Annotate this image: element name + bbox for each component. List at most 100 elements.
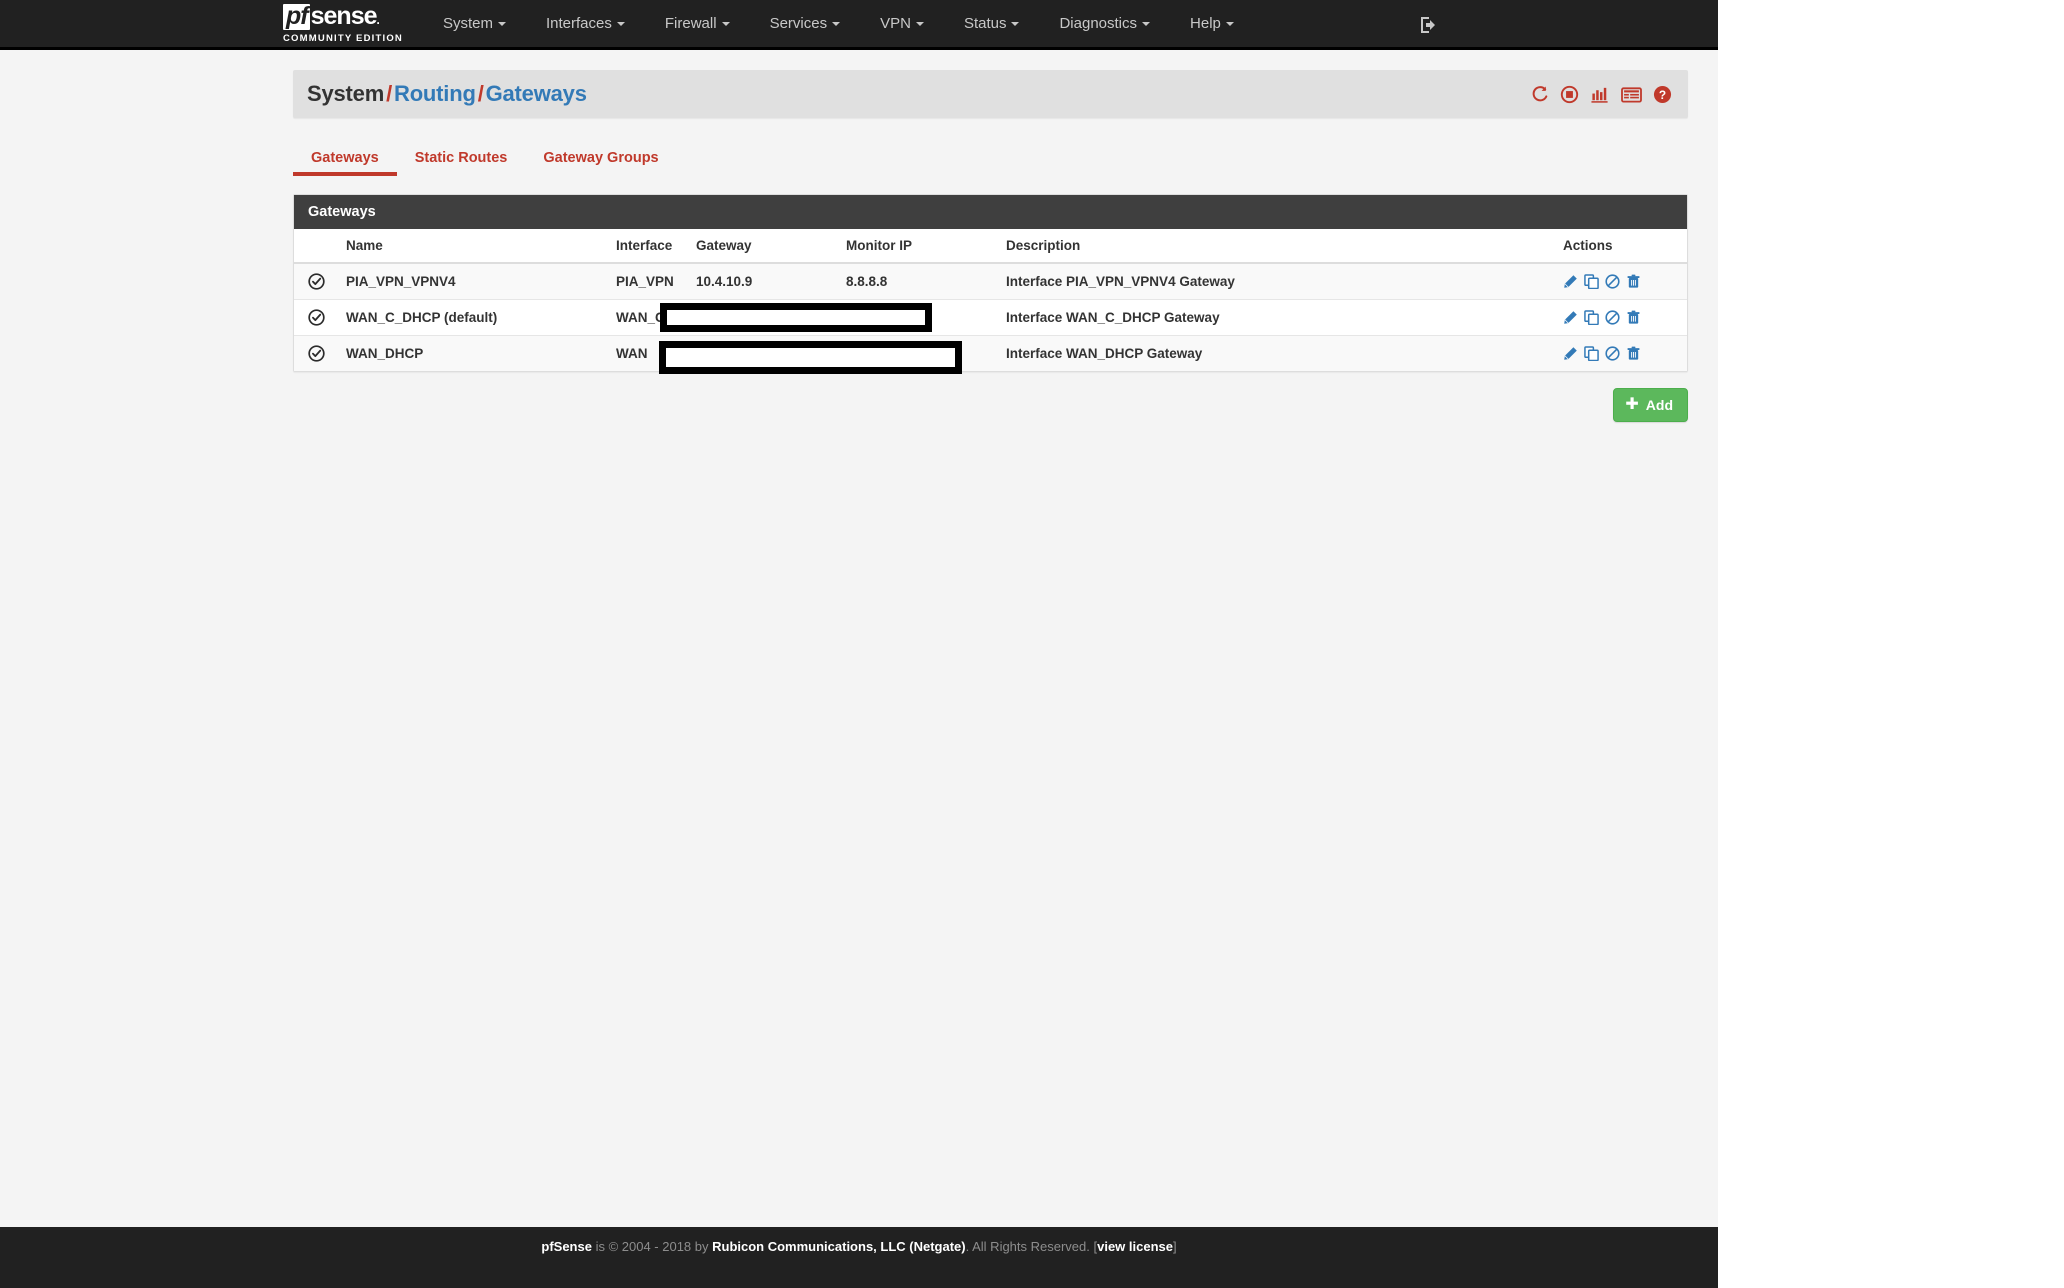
disable-icon[interactable] [1605, 346, 1620, 361]
disable-icon[interactable] [1605, 310, 1620, 325]
column-header-description: Description [1000, 229, 1557, 264]
nav-label-status: Status [963, 14, 1007, 32]
breadcrumb-separator: / [386, 81, 392, 106]
edit-icon[interactable] [1563, 310, 1578, 325]
row-status-cell [294, 262, 340, 300]
cell-description: Interface PIA_VPN_VPNV4 Gateway [1000, 262, 1557, 300]
bar-chart-icon[interactable] [1590, 85, 1610, 104]
add-button[interactable]: ✚ Add [1613, 388, 1688, 422]
tab-gateway-groups[interactable]: Gateway Groups [525, 150, 676, 176]
tab-label-static-routes: Static Routes [414, 150, 508, 166]
check-circle-icon [308, 309, 334, 326]
chevron-down-icon [616, 21, 625, 26]
help-icon[interactable]: ? [1653, 85, 1672, 104]
nav-item-help[interactable]: Help [1170, 0, 1254, 49]
tab-label-gateways: Gateways [311, 150, 379, 166]
nav-item-status[interactable]: Status [944, 0, 1040, 49]
chevron-down-icon [832, 21, 841, 26]
nav-item-diagnostics[interactable]: Diagnostics [1039, 0, 1170, 49]
table-body: PIA_VPN_VPNV4 PIA_VPN 10.4.10.9 8.8.8.8 … [294, 262, 1687, 371]
page-header-bar: System/Routing/Gateways ? [293, 70, 1688, 118]
view-license-link[interactable]: view license [1097, 1239, 1173, 1254]
check-circle-icon [308, 273, 334, 290]
footer-company: Rubicon Communications, LLC (Netgate) [712, 1239, 966, 1254]
breadcrumb-separator: / [477, 81, 484, 106]
refresh-icon[interactable] [1530, 85, 1549, 104]
tab-static-routes[interactable]: Static Routes [397, 150, 526, 176]
table-header-row: Name Interface Gateway Monitor IP Descri… [294, 229, 1687, 264]
copy-icon[interactable] [1584, 310, 1599, 325]
page-footer: pfSense is © 2004 - 2018 by Rubicon Comm… [0, 1227, 1718, 1288]
delete-icon[interactable] [1626, 274, 1641, 289]
cell-actions [1557, 262, 1687, 300]
panel-title: Gateways [294, 195, 1687, 229]
page-header-icons: ? [1530, 85, 1672, 104]
nav-label-vpn: VPN [880, 14, 911, 32]
cell-actions [1557, 299, 1687, 336]
gateways-panel: Gateways Name Interface Gateway Monitor … [293, 194, 1688, 372]
nav-label-system: System [442, 14, 493, 32]
svg-text:?: ? [1659, 87, 1666, 101]
column-header-name: Name [340, 229, 610, 264]
cell-interface: PIA_VPN [610, 262, 690, 300]
chevron-down-icon [1011, 21, 1020, 26]
add-button-label: Add [1645, 397, 1673, 413]
footer-text-2: . All Rights Reserved. [ [965, 1239, 1098, 1254]
chevron-down-icon [1225, 21, 1234, 26]
redaction-box-wan-dhcp [659, 341, 962, 374]
edit-icon[interactable] [1563, 274, 1578, 289]
copy-icon[interactable] [1584, 274, 1599, 289]
breadcrumb-gateways[interactable]: Gateways [486, 81, 587, 106]
logout-icon[interactable] [1418, 15, 1438, 35]
log-icon[interactable] [1621, 85, 1642, 104]
cell-gateway: 10.4.10.9 [690, 262, 840, 300]
pfsense-page: pf sense. COMMUNITY EDITION System Interf… [0, 0, 1718, 1288]
cell-description: Interface WAN_DHCP Gateway [1000, 335, 1557, 371]
table-row[interactable]: WAN_DHCP WAN Interface WAN_DHCP Gateway [294, 335, 1687, 371]
chevron-down-icon [1142, 21, 1151, 26]
footer-text: pfSense is © 2004 - 2018 by Rubicon Comm… [541, 1239, 1176, 1254]
cell-name: WAN_C_DHCP (default) [340, 299, 610, 336]
tab-gateways[interactable]: Gateways [293, 150, 397, 176]
table-row[interactable]: WAN_C_DHCP (default) WAN_C Interface WAN… [294, 299, 1687, 336]
nav-label-firewall: Firewall [664, 14, 717, 32]
logo-trademark: . [376, 12, 381, 27]
nav-item-firewall[interactable]: Firewall [645, 0, 750, 49]
cell-description: Interface WAN_C_DHCP Gateway [1000, 299, 1557, 336]
gateways-table: Name Interface Gateway Monitor IP Descri… [294, 229, 1687, 371]
nav-item-vpn[interactable]: VPN [860, 0, 944, 49]
delete-icon[interactable] [1626, 346, 1641, 361]
chevron-down-icon [498, 21, 506, 26]
nav-item-system[interactable]: System [423, 0, 526, 49]
cell-name: PIA_VPN_VPNV4 [340, 262, 610, 300]
table-row[interactable]: PIA_VPN_VPNV4 PIA_VPN 10.4.10.9 8.8.8.8 … [294, 262, 1687, 300]
edit-icon[interactable] [1563, 346, 1578, 361]
breadcrumb-routing[interactable]: Routing [394, 81, 476, 106]
chevron-down-icon [915, 21, 924, 26]
table-header: Name Interface Gateway Monitor IP Descri… [294, 229, 1687, 264]
disable-icon[interactable] [1605, 274, 1620, 289]
breadcrumb: System/Routing/Gateways [307, 81, 587, 107]
cell-monitor-ip: 8.8.8.8 [840, 262, 1000, 300]
top-navbar: pf sense. COMMUNITY EDITION System Interf… [0, 0, 1718, 50]
logo-pf: pf [283, 3, 310, 30]
row-action-icons [1563, 310, 1681, 325]
plus-icon: ✚ [1625, 396, 1639, 413]
navbar-menu: System Interfaces Firewall Services VPN … [423, 0, 1254, 49]
column-header-interface: Interface [610, 229, 690, 264]
column-header-gateway: Gateway [690, 229, 840, 264]
redaction-box-wan-c-dhcp [660, 303, 932, 332]
stop-icon[interactable] [1560, 85, 1579, 104]
nav-item-interfaces[interactable]: Interfaces [526, 0, 645, 49]
column-header-actions: Actions [1557, 229, 1687, 264]
nav-label-services: Services [769, 14, 828, 32]
column-header-status [294, 229, 340, 264]
pfsense-logo[interactable]: pf sense. COMMUNITY EDITION [283, 3, 403, 44]
tab-bar: Gateways Static Routes Gateway Groups [293, 142, 1688, 176]
copy-icon[interactable] [1584, 346, 1599, 361]
nav-label-diagnostics: Diagnostics [1059, 14, 1138, 32]
nav-item-services[interactable]: Services [750, 0, 861, 49]
delete-icon[interactable] [1626, 310, 1641, 325]
tab-label-gateway-groups: Gateway Groups [543, 150, 659, 166]
breadcrumb-system: System [307, 81, 385, 106]
